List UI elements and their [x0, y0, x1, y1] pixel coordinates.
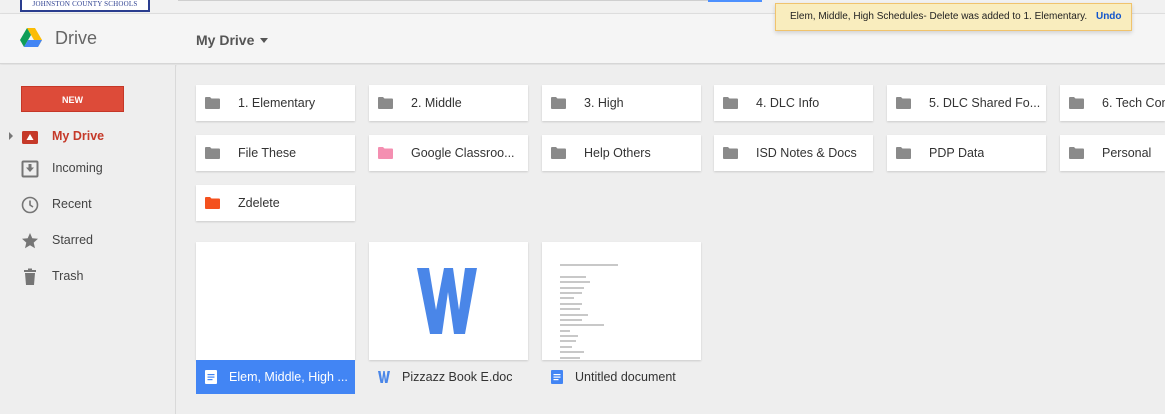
folder-tile[interactable]: Personal: [1060, 135, 1165, 171]
sidebar-item-label: My Drive: [52, 129, 105, 143]
file-thumbnail[interactable]: [369, 242, 528, 360]
file-card[interactable]: Elem, Middle, High ...: [196, 242, 355, 394]
trash-icon: [24, 268, 36, 285]
folder-icon: [205, 97, 220, 109]
org-logo[interactable]: JOHNSTON COUNTY SCHOOLS: [20, 0, 150, 12]
sidebar-item-my-drive[interactable]: My Drive: [0, 124, 176, 150]
folder-name: 2. Middle: [411, 96, 462, 110]
file-caption[interactable]: Pizzazz Book E.doc: [369, 360, 528, 394]
folder-icon: [551, 147, 566, 159]
folder-tile[interactable]: 5. DLC Shared Fo...: [887, 85, 1046, 121]
location-label: My Drive: [196, 32, 255, 48]
sidebar-item-label: Trash: [52, 269, 84, 283]
main-content: 1. Elementary 2. Middle 3. High 4. DLC I…: [177, 65, 1165, 414]
new-button[interactable]: NEW: [21, 86, 124, 112]
undo-link[interactable]: Undo: [1096, 11, 1122, 22]
drive-logo-icon[interactable]: [20, 28, 42, 48]
folder-name: 3. High: [584, 96, 624, 110]
folder-icon: [723, 147, 738, 159]
clock-icon: [21, 196, 39, 214]
folder-name: 6. Tech Cont: [1102, 96, 1165, 110]
expand-arrow-icon[interactable]: [9, 132, 13, 140]
folder-icon: [1069, 147, 1084, 159]
folder-tile[interactable]: 6. Tech Cont: [1060, 85, 1165, 121]
folder-icon: [723, 97, 738, 109]
sidebar-item-incoming[interactable]: Incoming: [0, 156, 176, 182]
folder-tile[interactable]: ISD Notes & Docs: [714, 135, 873, 171]
folder-tile[interactable]: Google Classroo...: [369, 135, 528, 171]
folder-icon: [378, 147, 393, 159]
star-icon: [22, 233, 38, 249]
file-name: Elem, Middle, High ...: [229, 370, 348, 384]
folder-tile[interactable]: 4. DLC Info: [714, 85, 873, 121]
folder-name: Personal: [1102, 146, 1152, 160]
doc-icon: [551, 370, 563, 384]
folder-icon: [205, 197, 220, 209]
file-thumbnail[interactable]: [196, 242, 355, 360]
folder-icon: [1069, 97, 1084, 109]
sidebar-item-starred[interactable]: Starred: [0, 228, 176, 254]
file-thumbnail[interactable]: [542, 242, 701, 360]
document-preview-lines: [560, 264, 620, 360]
word-icon: [378, 371, 390, 383]
doc-icon: [205, 370, 217, 384]
folder-name: File These: [238, 146, 297, 160]
folder-icon: [896, 97, 911, 109]
search-bar-edge[interactable]: [178, 0, 708, 1]
file-card[interactable]: Pizzazz Book E.doc: [369, 242, 528, 394]
sidebar-item-recent[interactable]: Recent: [0, 192, 176, 218]
caret-down-icon: [260, 38, 269, 43]
folder-tile[interactable]: 1. Elementary: [196, 85, 355, 121]
sidebar: NEW My Drive Incoming Recent Starred Tra…: [0, 65, 176, 414]
folder-tile[interactable]: Help Others: [542, 135, 701, 171]
folder-icon: [378, 97, 393, 109]
folder-tile[interactable]: PDP Data: [887, 135, 1046, 171]
folder-name: PDP Data: [929, 146, 985, 160]
folder-icon: [896, 147, 911, 159]
folder-tile[interactable]: File These: [196, 135, 355, 171]
folder-tile[interactable]: 2. Middle: [369, 85, 528, 121]
folder-name: 5. DLC Shared Fo...: [929, 96, 1041, 110]
sidebar-item-label: Recent: [52, 197, 92, 211]
sidebar-item-label: Starred: [52, 233, 93, 247]
sidebar-item-trash[interactable]: Trash: [0, 264, 176, 290]
folder-tile[interactable]: 3. High: [542, 85, 701, 121]
folder-tile[interactable]: Zdelete: [196, 185, 355, 221]
file-name: Pizzazz Book E.doc: [402, 370, 513, 384]
folder-icon: [205, 147, 220, 159]
file-caption[interactable]: Elem, Middle, High ...: [196, 360, 355, 394]
incoming-icon: [21, 160, 39, 178]
file-card[interactable]: Untitled document: [542, 242, 701, 394]
file-name: Untitled document: [575, 370, 676, 384]
folder-name: 4. DLC Info: [756, 96, 820, 110]
folder-icon: [551, 97, 566, 109]
folder-name: ISD Notes & Docs: [756, 146, 857, 160]
app-title[interactable]: Drive: [55, 28, 97, 49]
folder-name: Help Others: [584, 146, 651, 160]
folder-name: 1. Elementary: [238, 96, 316, 110]
search-button-edge[interactable]: [708, 0, 762, 2]
sidebar-item-label: Incoming: [52, 161, 103, 175]
drive-icon: [22, 131, 38, 144]
folder-name: Zdelete: [238, 196, 280, 210]
org-logo-text: JOHNSTON COUNTY SCHOOLS: [32, 0, 138, 8]
word-logo-icon: [417, 268, 477, 334]
notification-message: Elem, Middle, High Schedules- Delete was…: [790, 11, 1088, 22]
notification-toast: Elem, Middle, High Schedules- Delete was…: [775, 3, 1132, 31]
folder-name: Google Classroo...: [411, 146, 515, 160]
file-caption[interactable]: Untitled document: [542, 360, 701, 394]
location-dropdown[interactable]: My Drive: [196, 32, 269, 48]
